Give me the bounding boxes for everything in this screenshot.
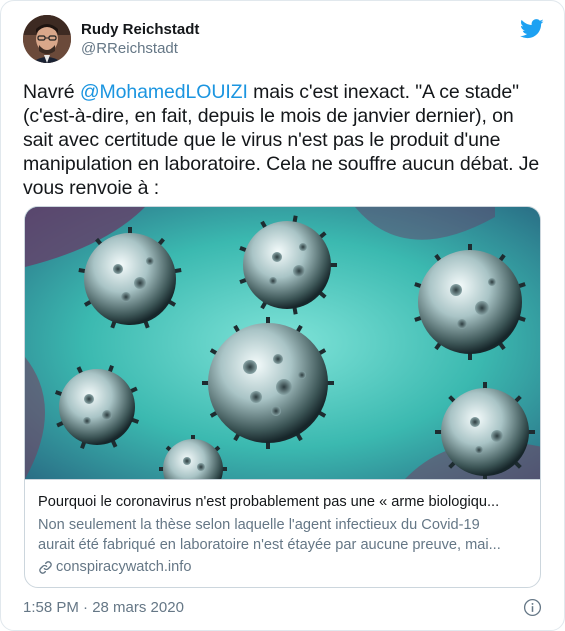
tweet-text: Navré @MohamedLOUIZI mais c'est inexact.… xyxy=(23,80,548,200)
card-description-line-1: Non seulement la thèse selon laquelle l'… xyxy=(38,517,480,533)
link-preview-card[interactable]: Pourquoi le coronavirus n'est probableme… xyxy=(24,206,541,588)
display-name[interactable]: Rudy Reichstadt xyxy=(81,20,199,39)
card-domain[interactable]: conspiracywatch.info xyxy=(38,557,528,577)
info-icon[interactable] xyxy=(523,598,542,617)
avatar-image xyxy=(23,15,71,63)
card-description: Non seulement la thèse selon laquelle l'… xyxy=(38,515,528,555)
mention-link[interactable]: @MohamedLOUIZI xyxy=(80,81,248,103)
timestamp[interactable]: 1:58 PM · 28 mars 2020 xyxy=(23,599,184,616)
card-body[interactable]: Pourquoi le coronavirus n'est probableme… xyxy=(25,479,540,587)
card-title[interactable]: Pourquoi le coronavirus n'est probableme… xyxy=(38,492,528,512)
coronavirus-illustration xyxy=(25,207,540,479)
tweet-header: Rudy Reichstadt @RReichstadt xyxy=(23,15,544,63)
avatar[interactable] xyxy=(23,15,71,63)
card-description-line-2: aurait été fabriqué en laboratoire n'est… xyxy=(38,537,501,553)
tweet-text-prefix: Navré xyxy=(23,81,80,103)
tweet-card: Rudy Reichstadt @RReichstadt Navré @Moha… xyxy=(0,0,565,631)
twitter-bird-icon[interactable] xyxy=(520,19,544,39)
handle[interactable]: @RReichstadt xyxy=(81,39,199,58)
card-domain-text[interactable]: conspiracywatch.info xyxy=(56,557,191,577)
tweet-footer: 1:58 PM · 28 mars 2020 xyxy=(23,598,542,620)
author-names: Rudy Reichstadt @RReichstadt xyxy=(81,20,199,58)
card-image[interactable] xyxy=(25,207,540,479)
link-icon xyxy=(38,560,53,575)
